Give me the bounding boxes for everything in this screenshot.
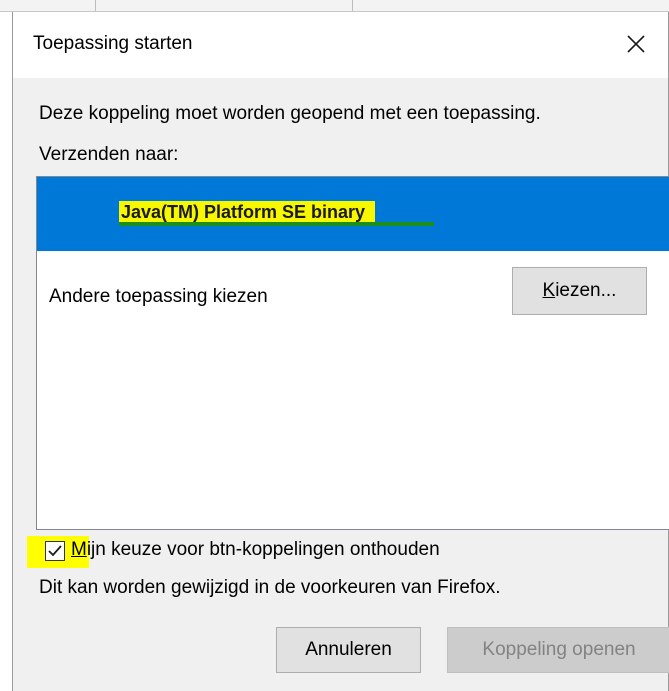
dialog-title: Toepassing starten <box>33 33 193 54</box>
highlight-underline <box>119 222 434 226</box>
remember-choice-label[interactable]: Mijn keuze voor btn-koppelingen onthoude… <box>71 539 440 561</box>
choose-button-label: iezen... <box>555 280 617 301</box>
open-link-button[interactable]: Koppeling openen <box>447 627 669 673</box>
checkmark-icon <box>48 545 62 557</box>
other-application-label: Andere toepassing kiezen <box>49 286 268 307</box>
launch-application-dialog: Toepassing starten Deze koppeling moet w… <box>12 12 669 691</box>
remember-choice-text: ijn keuze voor btn-koppelingen onthouden <box>86 539 440 560</box>
application-list[interactable]: Java(TM) Platform SE binary Andere toepa… <box>36 176 669 530</box>
remember-choice-accesskey: M <box>71 539 87 560</box>
background-separator <box>352 0 353 11</box>
choose-button-accesskey: K <box>542 280 556 301</box>
application-list-item-java[interactable]: Java(TM) Platform SE binary <box>37 177 669 251</box>
remember-choice-checkbox[interactable] <box>45 541 65 561</box>
close-button[interactable] <box>614 24 658 64</box>
background-separator <box>95 0 96 11</box>
remember-choice-row[interactable]: Mijn keuze voor btn-koppelingen onthoude… <box>27 536 587 568</box>
choose-button[interactable]: Kiezen... <box>512 267 647 315</box>
dialog-titlebar: Toepassing starten <box>13 12 668 78</box>
send-to-label: Verzenden naar: <box>39 144 179 165</box>
dialog-prompt: Deze koppeling moet worden geopend met e… <box>39 103 541 124</box>
preferences-info: Dit kan worden gewijzigd in de voorkeure… <box>39 577 501 598</box>
close-icon <box>627 35 645 53</box>
cancel-button[interactable]: Annuleren <box>276 627 421 673</box>
background-window-strip <box>0 0 669 12</box>
